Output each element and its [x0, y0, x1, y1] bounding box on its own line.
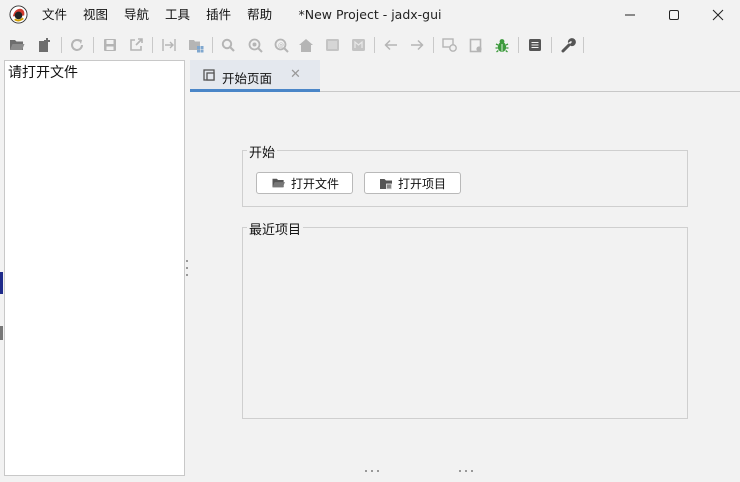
toolbar: @ [0, 31, 740, 59]
project-folder-icon [380, 178, 392, 189]
open-project-button[interactable]: 打开项目 [364, 172, 461, 194]
home-toolbar-button[interactable] [296, 35, 316, 55]
back-arrow-icon [384, 39, 397, 51]
tab-close-icon[interactable]: ✕ [290, 67, 301, 82]
project-tree-panel[interactable]: 请打开文件 [4, 60, 185, 476]
export-icon [130, 38, 143, 51]
forward-arrow-icon [411, 39, 424, 51]
open-file-toolbar-button[interactable] [7, 35, 27, 55]
code-view-icon [325, 39, 339, 51]
minimize-button[interactable] [608, 0, 652, 30]
tab-start-page[interactable]: 开始页面 ✕ [190, 60, 320, 92]
open-project-label: 打开项目 [398, 176, 447, 191]
edge-artifact [0, 326, 3, 340]
splitter-handle[interactable] [185, 260, 189, 276]
preferences-toolbar-button[interactable] [558, 35, 578, 55]
quark-toolbar-button[interactable] [440, 35, 460, 55]
log-viewer-toolbar-button[interactable] [525, 35, 545, 55]
search-icon [221, 38, 235, 52]
open-file-label: 打开文件 [291, 176, 340, 191]
tree-empty-placeholder: 请打开文件 [8, 65, 78, 81]
minimize-icon [625, 14, 635, 16]
menu-bar: 文件 视图 导航 工具 插件 帮助 [42, 0, 288, 30]
flatten-packages-toolbar-button[interactable] [186, 35, 206, 55]
search-toolbar-button[interactable] [218, 35, 238, 55]
smali-view-icon [351, 39, 365, 51]
toolbar-separator [551, 37, 552, 53]
bottom-splitter-handle[interactable] [365, 470, 379, 474]
toolbar-separator [61, 37, 62, 53]
editor-tab-bar: 开始页面 ✕ [190, 60, 740, 92]
add-files-toolbar-button[interactable] [35, 35, 55, 55]
toolbar-separator [583, 37, 584, 53]
recent-projects-group: 最近项目 [242, 219, 688, 419]
menu-plugins[interactable]: 插件 [206, 0, 239, 30]
edge-artifact [0, 272, 3, 294]
save-all-icon [104, 39, 116, 51]
start-group-title: 开始 [247, 142, 278, 161]
save-all-toolbar-button[interactable] [100, 35, 120, 55]
debugger-bug-icon [495, 38, 509, 52]
start-page-icon [203, 69, 215, 81]
maximize-button[interactable] [652, 0, 696, 30]
menu-file[interactable]: 文件 [42, 0, 75, 30]
home-icon [299, 38, 313, 52]
export-toolbar-button[interactable] [126, 35, 146, 55]
close-icon [712, 9, 724, 21]
recent-projects-list[interactable] [243, 234, 687, 418]
toolbar-separator [374, 37, 375, 53]
menu-view[interactable]: 视图 [83, 0, 116, 30]
close-window-button[interactable] [696, 0, 740, 30]
reload-icon [71, 39, 83, 51]
debugger-toolbar-button[interactable] [492, 35, 512, 55]
toolbar-separator [212, 37, 213, 53]
flatten-packages-icon [189, 40, 204, 53]
back-toolbar-button[interactable] [381, 35, 401, 55]
title-bar: 文件 视图 导航 工具 插件 帮助 *New Project - jadx-gu… [0, 0, 740, 30]
find-usage-toolbar-button[interactable]: @ [271, 35, 291, 55]
quark-icon [442, 38, 457, 52]
open-folder-icon [10, 40, 25, 50]
tab-label: 开始页面 [222, 71, 273, 86]
menu-navigation[interactable]: 导航 [124, 0, 157, 30]
decompile-all-icon [469, 38, 482, 52]
forward-toolbar-button[interactable] [407, 35, 427, 55]
find-usage-icon: @ [274, 38, 289, 53]
open-file-button[interactable]: 打开文件 [256, 172, 353, 194]
decompile-all-toolbar-button[interactable] [466, 35, 486, 55]
menu-tools[interactable]: 工具 [165, 0, 198, 30]
bottom-splitter-handle[interactable] [459, 470, 473, 474]
toolbar-separator [433, 37, 434, 53]
find-class-icon [248, 38, 263, 53]
toolbar-separator [152, 37, 153, 53]
start-group: 开始 打开文件 打开项目 [242, 142, 688, 207]
svg-text:@: @ [278, 42, 284, 49]
smali-view-toolbar-button[interactable] [348, 35, 368, 55]
maximize-icon [669, 10, 679, 20]
sync-tree-icon [162, 39, 176, 51]
add-files-icon [39, 38, 50, 52]
log-viewer-icon [529, 39, 541, 51]
sync-tree-toolbar-button[interactable] [159, 35, 179, 55]
open-folder-icon [272, 178, 285, 188]
preferences-wrench-icon [561, 37, 576, 52]
toolbar-separator [93, 37, 94, 53]
find-class-toolbar-button[interactable] [245, 35, 265, 55]
menu-help[interactable]: 帮助 [247, 0, 280, 30]
toolbar-separator [518, 37, 519, 53]
reload-toolbar-button[interactable] [67, 35, 87, 55]
jadx-logo-icon [9, 5, 28, 24]
code-view-toolbar-button[interactable] [322, 35, 342, 55]
